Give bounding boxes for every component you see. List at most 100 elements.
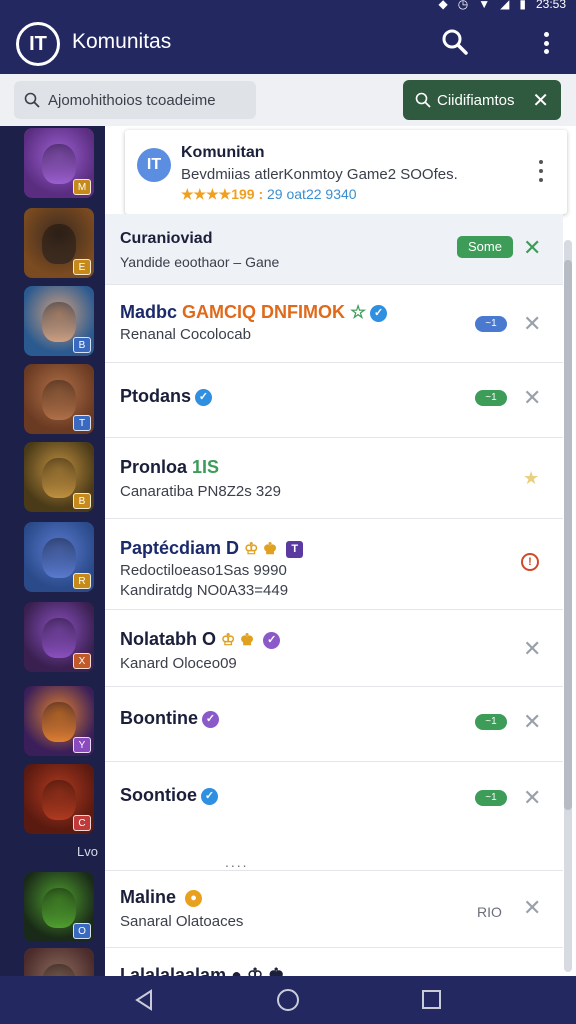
rank-icons: ♔ ♚ — [221, 632, 255, 649]
list-item[interactable]: Maline ● Sanaral Olatoaces RIO ✕ — [105, 870, 563, 948]
list-item[interactable]: Ptodans ✓ ~1 ✕ — [105, 364, 563, 438]
close-icon[interactable]: ✕ — [523, 387, 541, 409]
list-item[interactable]: Madbc GAMCIQ DNFIMOK ☆ ✓ Renanal Cocoloca… — [105, 286, 563, 363]
star-icon[interactable]: ★ — [523, 467, 539, 489]
verified-icon: ✓ — [370, 305, 388, 322]
community-card[interactable]: IT Komunitan Bevdmiias atlerKonmtoy Game… — [125, 130, 567, 214]
recents-icon[interactable] — [422, 990, 441, 1009]
game-thumbnail[interactable]: B — [24, 442, 94, 512]
close-icon[interactable]: ✕ — [523, 897, 541, 919]
thumbnail-badge: C — [73, 815, 91, 831]
rating-stars: ★★★★ — [181, 186, 232, 202]
item-name: Soontioe ✓ — [120, 785, 218, 806]
card-subtitle: Bevdmiias atlerKonmtoy Game2 SOOfes. — [181, 166, 458, 183]
status-badge: Some — [457, 236, 513, 258]
rating-extra: 29 oat22 9340 — [267, 186, 357, 202]
count-pill: ~1 — [475, 390, 507, 406]
card-more-icon[interactable] — [539, 160, 545, 182]
verified-icon: ✓ — [202, 711, 219, 728]
search-icon[interactable] — [440, 27, 470, 57]
close-icon[interactable]: ✕ — [523, 638, 541, 660]
sidebar: Lvo M E B T B R X Y C OS — [0, 126, 105, 976]
card-title: Komunitan — [181, 144, 265, 161]
name-text: Maline — [120, 887, 177, 907]
rating-text: 199 : — [231, 186, 264, 202]
list-item[interactable]: Pronloa 1IS Canaratiba PN8Z2s 329 ★ — [105, 439, 563, 519]
game-thumbnail[interactable]: Y — [24, 686, 94, 756]
app-logo[interactable]: IT — [16, 22, 60, 66]
item-name: Pronloa 1IS — [120, 457, 219, 478]
community-icon: IT — [137, 148, 171, 182]
close-icon[interactable]: ✕ — [523, 787, 541, 809]
thumbnail-badge: O — [73, 923, 91, 939]
character-portrait — [42, 144, 76, 184]
name-part: GAMCIQ DNFIMOK — [182, 302, 345, 322]
list-item[interactable]: Curanioviad Yandide eoothaor – Gane Some… — [105, 214, 563, 285]
close-icon[interactable]: ✕ — [523, 237, 541, 259]
name-text: Ptodans — [120, 386, 192, 406]
overflow-menu-icon[interactable] — [532, 28, 560, 58]
card-rating: ★★★★199 : 29 oat22 9340 — [181, 186, 357, 203]
item-name: I alalalaalam ● ♔ ♚ — [120, 965, 285, 976]
app-bar: IT Komunitas — [0, 14, 576, 74]
name-part: 1IS — [192, 457, 220, 477]
filter-search-icon — [415, 92, 431, 108]
count-pill: ~1 — [475, 790, 507, 806]
list-item[interactable]: Paptécdiam D ♔ ♚ T Redoctiloeaso1Sas 999… — [105, 520, 563, 610]
character-portrait — [42, 458, 76, 498]
item-subtitle: Canaratiba PN8Z2s 329 — [120, 483, 281, 500]
game-thumbnail[interactable]: O — [24, 872, 94, 942]
name-text: Soontioe — [120, 785, 197, 805]
wifi-icon: ▼ — [478, 0, 491, 11]
game-thumbnail[interactable]: R — [24, 522, 94, 592]
game-thumbnail[interactable]: E — [24, 208, 94, 278]
close-icon[interactable]: ✕ — [532, 88, 549, 113]
tier-icon: T — [286, 541, 304, 558]
item-subtitle: Sanaral Olatoaces — [120, 913, 244, 930]
item-subtitle-2: Kandiratdg NO0A33=449 — [120, 582, 289, 599]
alert-icon[interactable]: ! — [521, 553, 539, 571]
character-portrait — [42, 224, 76, 264]
list-item[interactable]: Nolatabh O ♔ ♚ ✓ Kanard Oloceo09 ✕ — [105, 611, 563, 687]
game-thumbnail[interactable]: S — [24, 948, 94, 976]
thumbnail-badge: M — [73, 179, 91, 195]
thumbnail-badge: Y — [73, 737, 91, 753]
page-title: Komunitas — [72, 30, 172, 53]
signal-icon: ◢ — [500, 0, 510, 11]
back-icon[interactable] — [133, 988, 155, 1017]
name-part: Pronloa — [120, 457, 193, 477]
character-portrait — [42, 702, 76, 742]
list-item[interactable]: Boontine ✓ ~1 ✕ — [105, 688, 563, 762]
count-pill: ~1 — [475, 714, 507, 730]
list-item[interactable]: Soontioe ✓ ~1 ✕ — [105, 763, 563, 863]
character-portrait — [42, 380, 76, 420]
scrollbar-thumb[interactable] — [564, 260, 572, 810]
main-list: IT Komunitan Bevdmiias atlerKonmtoy Game… — [105, 126, 576, 976]
character-portrait — [42, 888, 76, 928]
home-icon[interactable] — [277, 989, 299, 1011]
system-nav-bar — [0, 976, 576, 1024]
rank-icons: ♔ ♚ — [244, 541, 278, 558]
game-thumbnail[interactable]: C — [24, 764, 94, 834]
close-icon[interactable]: ✕ — [523, 313, 541, 335]
game-thumbnail[interactable]: B — [24, 286, 94, 356]
game-thumbnail[interactable]: M — [24, 128, 94, 198]
thumbnail-badge: B — [73, 337, 91, 353]
game-thumbnail[interactable]: T — [24, 364, 94, 434]
item-name: Maline ● — [120, 887, 203, 908]
search-placeholder: Ajomohithoios tcoadeime — [48, 91, 216, 109]
search-row: Ajomohithoios tcoadeime Ciidifiamtos ✕ — [0, 74, 576, 126]
close-icon[interactable]: ✕ — [523, 711, 541, 733]
verified-icon: ✓ — [263, 632, 281, 649]
list-item[interactable]: I alalalaalam ● ♔ ♚ — [105, 949, 563, 976]
character-portrait — [42, 780, 76, 820]
status-icons: ◆ ◷ ▼ ◢ ▮ 23:53 — [439, 0, 566, 11]
thumbnail-badge: T — [73, 415, 91, 431]
character-portrait — [42, 964, 76, 976]
filter-chip[interactable]: Ciidifiamtos ✕ — [403, 80, 561, 120]
search-input[interactable]: Ajomohithoios tcoadeime — [14, 81, 256, 119]
character-portrait — [42, 302, 76, 342]
search-small-icon — [24, 92, 40, 108]
game-thumbnail[interactable]: X — [24, 602, 94, 672]
thumbnail-badge: R — [73, 573, 91, 589]
